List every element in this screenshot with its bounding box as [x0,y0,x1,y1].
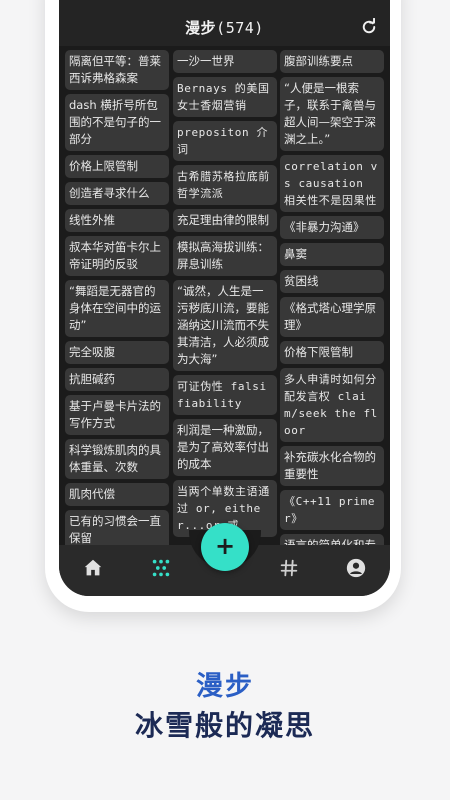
note-card[interactable]: 《C++11 primer》 [280,490,384,530]
note-card[interactable]: “人便是一根索子，联系于禽兽与超人间—架空于深渊之上。” [280,77,384,151]
note-card[interactable]: correlation vs causation 相关性不是因果性 [280,155,384,212]
note-card[interactable]: 隔离但平等：普莱西诉弗格森案 [65,50,169,90]
hash-icon[interactable] [278,557,300,579]
column-1: 隔离但平等：普莱西诉弗格森案 dash 横折号所包围的不是句子的一部分价格上限管制… [65,50,169,545]
note-card[interactable]: 价格上限管制 [65,155,169,178]
note-card[interactable]: 叔本华对笛卡尔上帝证明的反驳 [65,236,169,276]
note-card[interactable]: prepositon 介词 [173,121,277,161]
app-bar: 漫步(574) [59,0,390,46]
note-card[interactable]: 利润是一种激励，是为了高效率付出的成本 [173,419,277,476]
person-icon[interactable] [345,557,367,579]
note-card[interactable]: “舞蹈是无器官的身体在空间中的运动” [65,280,169,337]
note-card[interactable]: 科学锻炼肌肉的具体重量、次数 [65,439,169,479]
note-card[interactable]: “诚然，人生是一污秽底川流，要能涵纳这川流而不失其清洁，人必须成为大海” [173,280,277,371]
slogan-title: 漫步 [196,671,254,702]
note-count: (574) [216,19,264,37]
note-card[interactable]: 创造者寻求什么 [65,182,169,205]
note-card[interactable]: 补充碳水化合物的重要性 [280,446,384,486]
note-card[interactable]: 模拟高海拔训练：屏息训练 [173,236,277,276]
note-card[interactable]: 充足理由律的限制 [173,209,277,232]
note-card[interactable]: 《格式塔心理学原理》 [280,297,384,337]
note-card[interactable]: 抗胆碱药 [65,368,169,391]
note-card[interactable]: 《非暴力沟通》 [280,216,384,239]
slogan-subtitle: 冰雪般的凝思 [134,709,315,742]
column-2: 一沙一世界 Bernays 的美国女士香烟营销 prepositon 介词 古希腊苏格… [173,50,277,541]
note-card[interactable]: 古希腊苏格拉底前哲学流派 [173,165,277,205]
column-3: 腹部训练要点 “人便是一根索子，联系于禽兽与超人间—架空于深渊之上。” correl… [280,50,384,545]
note-card[interactable]: 已有的习惯会一直保留 [65,510,169,545]
note-card[interactable]: 完全吸腹 [65,341,169,364]
note-card[interactable]: 多人申请时如何分配发言权 claim/seek the floor [280,368,384,442]
note-card[interactable]: 语言的简单化和专 [280,534,384,545]
note-card[interactable]: dash 横折号所包围的不是句子的一部分 [65,94,169,151]
plus-icon: + [214,532,236,560]
note-card[interactable]: 一沙一世界 [173,50,277,73]
note-card[interactable]: 腹部训练要点 [280,50,384,73]
add-note-button[interactable]: + [201,523,249,571]
dots-grid-icon[interactable] [150,557,172,579]
note-card[interactable]: Bernays 的美国女士香烟营销 [173,77,277,117]
note-card[interactable]: 线性外推 [65,209,169,232]
note-card[interactable]: 肌肉代偿 [65,483,169,506]
refresh-icon[interactable] [360,18,378,36]
home-icon[interactable] [82,557,104,579]
title-text: 漫步 [185,19,217,37]
app-screen: 漫步(574) 隔离但平等：普莱西诉弗格森案 dash 横折号所包围的不是句子的一… [59,0,390,596]
note-card[interactable]: 贫困线 [280,270,384,293]
note-card[interactable]: 价格下限管制 [280,341,384,364]
note-card[interactable]: 可证伪性 falsifiability [173,375,277,415]
note-card[interactable]: 基于卢曼卡片法的写作方式 [65,395,169,435]
page-title: 漫步(574) [59,17,390,38]
card-grid: 隔离但平等：普莱西诉弗格森案 dash 横折号所包围的不是句子的一部分价格上限管制… [59,50,390,545]
note-card[interactable]: 鼻窦 [280,243,384,266]
